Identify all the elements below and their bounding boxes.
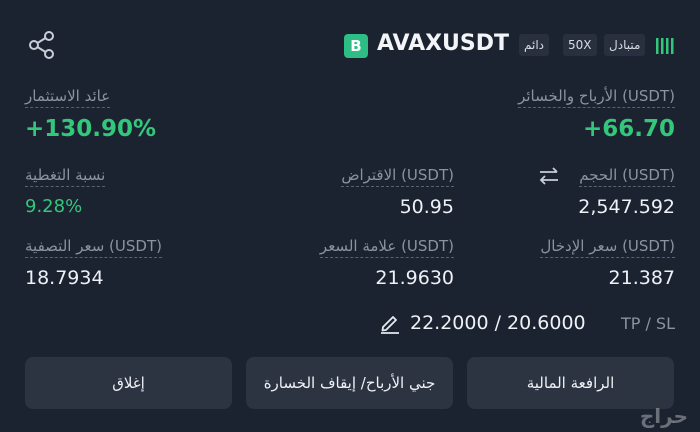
pnl-value: +66.70 <box>582 116 675 142</box>
leverage-button[interactable]: الرافعة المالية <box>467 357 674 409</box>
coverage-value: 9.28% <box>25 196 83 217</box>
watermark-logo: حراج <box>639 404 688 428</box>
size-label: الحجم (USDT) <box>579 166 675 187</box>
coin-badge: B <box>344 34 368 58</box>
size-value: 2,547.592 <box>578 196 675 218</box>
liquidation-label: سعر التصفية (USDT) <box>25 237 162 258</box>
tpsl-value[interactable]: 22.2000 / 20.6000 <box>410 312 586 334</box>
entry-price-label: سعر الإدخال (USDT) <box>540 237 675 258</box>
pair-title: AVAXUSDT <box>377 31 510 56</box>
roi-label: عائد الاستثمار <box>25 87 111 108</box>
tpsl-button[interactable]: جني الأرباح/ إيقاف الخسارة <box>246 357 453 409</box>
tpsl-label: TP / SL <box>620 314 675 333</box>
mark-price-label: علامة السعر (USDT) <box>319 237 454 258</box>
mark-price-value: 21.9630 <box>375 267 454 289</box>
borrow-value: 50.95 <box>399 196 454 218</box>
pnl-label: الأرباح والخسائر (USDT) <box>518 87 675 108</box>
coverage-label: نسبة التغطية <box>25 166 106 187</box>
tag-mode: دائم <box>519 34 550 56</box>
share-icon[interactable] <box>27 30 57 60</box>
tag-margin: متبادل <box>604 34 646 56</box>
entry-price-value: 21.387 <box>608 267 675 289</box>
signal-bars-icon <box>655 36 677 56</box>
liquidation-value: 18.7934 <box>25 267 104 289</box>
borrow-label: الاقتراض (USDT) <box>341 166 454 187</box>
close-button[interactable]: إغلاق <box>25 357 232 409</box>
tag-leverage: 50X <box>563 34 597 56</box>
roi-value: +130.90% <box>25 116 157 142</box>
swap-icon[interactable] <box>538 167 560 185</box>
edit-icon[interactable] <box>379 312 401 334</box>
